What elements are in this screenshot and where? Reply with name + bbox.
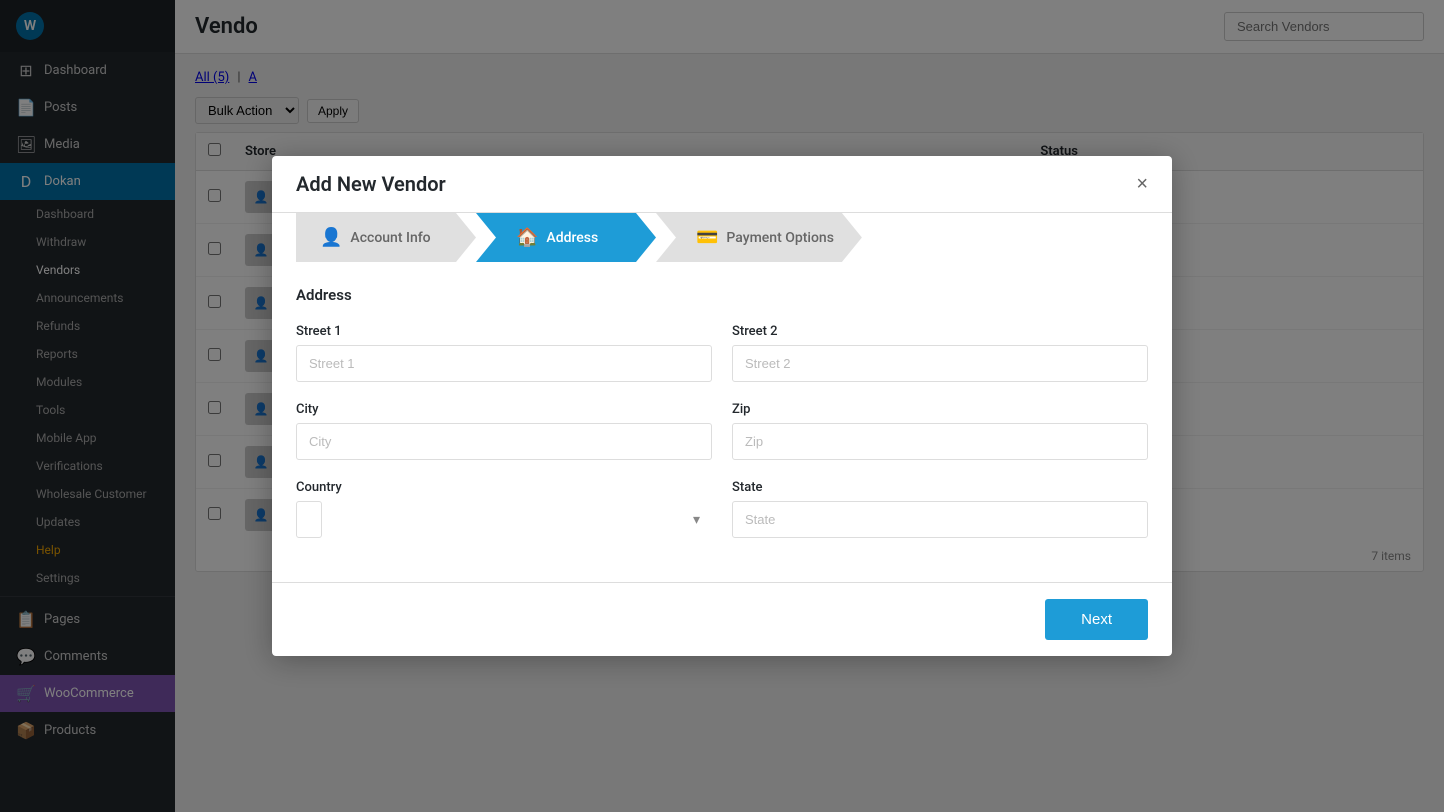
modal-overlay: Add New Vendor × 👤 Account Info 🏠 Addres… xyxy=(0,0,1444,812)
address-section-title: Address xyxy=(296,286,1148,304)
form-group-street2: Street 2 xyxy=(732,324,1148,382)
wizard-step-payment-options[interactable]: 💳 Payment Options xyxy=(656,213,862,262)
country-select[interactable] xyxy=(296,501,322,538)
wizard-step-label: Payment Options xyxy=(726,230,833,246)
zip-label: Zip xyxy=(732,402,1148,417)
state-input[interactable] xyxy=(732,501,1148,538)
modal-body: Address Street 1 Street 2 City xyxy=(272,262,1172,582)
form-group-country: Country xyxy=(296,480,712,538)
wizard-step-label: Account Info xyxy=(350,230,430,246)
add-vendor-modal: Add New Vendor × 👤 Account Info 🏠 Addres… xyxy=(272,156,1172,656)
modal-header: Add New Vendor × xyxy=(272,156,1172,213)
account-info-icon: 👤 xyxy=(320,227,342,248)
modal-title: Add New Vendor xyxy=(296,172,446,196)
street1-input[interactable] xyxy=(296,345,712,382)
form-group-zip: Zip xyxy=(732,402,1148,460)
payment-icon: 💳 xyxy=(696,227,718,248)
street1-label: Street 1 xyxy=(296,324,712,339)
state-label: State xyxy=(732,480,1148,495)
wizard-steps: 👤 Account Info 🏠 Address 💳 Payment Optio… xyxy=(272,213,1172,262)
city-label: City xyxy=(296,402,712,417)
street2-input[interactable] xyxy=(732,345,1148,382)
zip-input[interactable] xyxy=(732,423,1148,460)
form-group-state: State xyxy=(732,480,1148,538)
form-group-city: City xyxy=(296,402,712,460)
modal-footer: Next xyxy=(272,582,1172,656)
address-icon: 🏠 xyxy=(516,227,538,248)
modal-scroll: Address Street 1 Street 2 City xyxy=(272,262,1172,582)
wizard-step-label: Address xyxy=(546,230,598,246)
form-group-street1: Street 1 xyxy=(296,324,712,382)
form-row-streets: Street 1 Street 2 xyxy=(296,324,1148,382)
form-row-city-zip: City Zip xyxy=(296,402,1148,460)
country-select-wrapper xyxy=(296,501,712,538)
wizard-step-address[interactable]: 🏠 Address xyxy=(476,213,656,262)
modal-close-button[interactable]: × xyxy=(1136,174,1148,194)
street2-label: Street 2 xyxy=(732,324,1148,339)
form-row-country-state: Country State xyxy=(296,480,1148,538)
next-button[interactable]: Next xyxy=(1045,599,1148,640)
city-input[interactable] xyxy=(296,423,712,460)
country-label: Country xyxy=(296,480,712,495)
wizard-step-account-info[interactable]: 👤 Account Info xyxy=(296,213,476,262)
